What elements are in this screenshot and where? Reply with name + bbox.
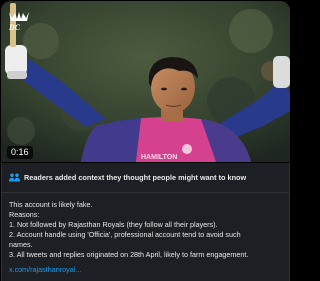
- svg-text:DC: DC: [8, 23, 21, 32]
- video-player[interactable]: HAMILTON DC 0:16: [1, 1, 290, 162]
- note-line: Reasons:: [9, 210, 40, 219]
- tweet-media-card: HAMILTON DC 0:16 Readers added context t…: [0, 0, 291, 281]
- community-note-header[interactable]: Readers added context they thought peopl…: [2, 163, 289, 193]
- video-thumbnail: HAMILTON: [1, 1, 290, 162]
- note-line: names.: [9, 240, 33, 249]
- video-duration: 0:16: [7, 146, 33, 159]
- note-line: This account is likely fake.: [9, 200, 93, 209]
- people-icon: [9, 173, 20, 182]
- community-note-body: This account is likely fake. Reasons: 1.…: [9, 200, 285, 260]
- community-note-title: Readers added context they thought peopl…: [24, 173, 247, 182]
- delhi-capitals-logo: DC: [8, 12, 29, 32]
- note-line: 2. Account handle using 'Officia', profe…: [9, 230, 241, 239]
- jersey-text: HAMILTON: [141, 154, 177, 161]
- community-note-source-link[interactable]: x.com/rajasthanroyal...: [9, 265, 81, 274]
- note-line: 1. Not followed by Rajasthan Royals (the…: [9, 220, 218, 229]
- note-line: 3. All tweets and replies originated on …: [9, 250, 249, 259]
- community-note: Readers added context they thought peopl…: [1, 163, 290, 281]
